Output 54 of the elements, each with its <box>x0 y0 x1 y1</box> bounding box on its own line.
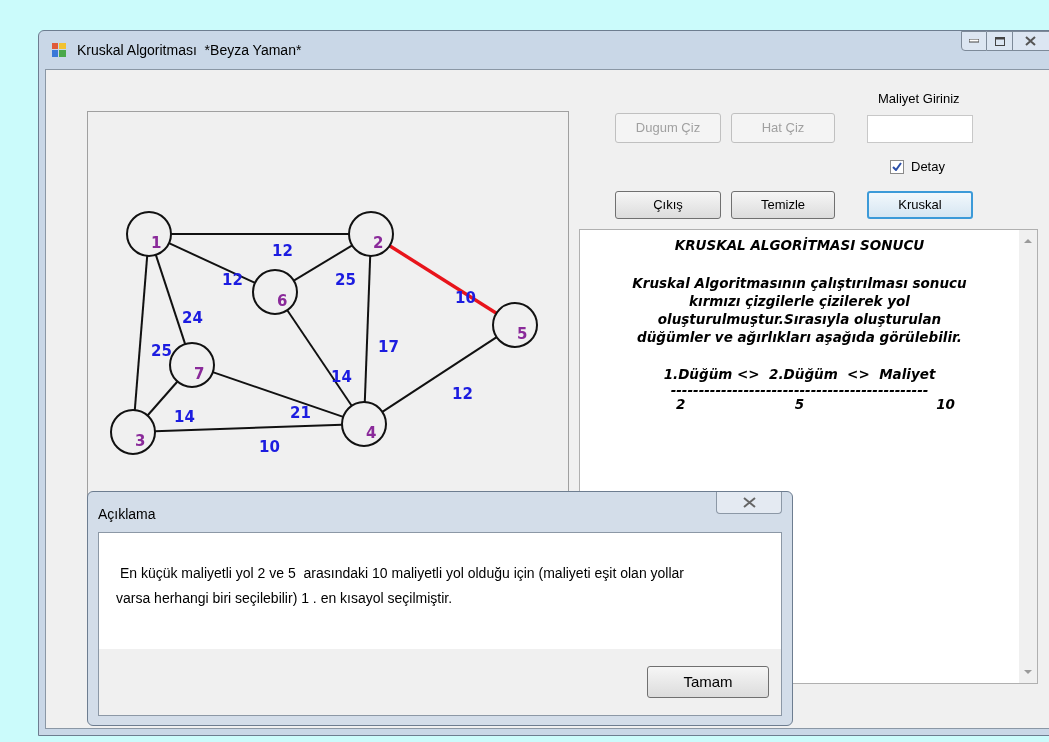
node-label: 3 <box>135 432 146 450</box>
edge-weight: 25 <box>335 271 356 289</box>
clear-button[interactable]: Temizle <box>731 190 835 219</box>
column-header: 1.Düğüm <> 2.Düğüm <> Maliyet <box>663 364 936 384</box>
edge-weight: 12 <box>272 242 293 260</box>
minimize-icon <box>969 39 979 43</box>
edge-weight: 10 <box>455 289 476 307</box>
cost-label: Maliyet Giriniz <box>878 90 961 108</box>
result-cell-text: 5 <box>793 396 806 412</box>
app-icon <box>51 42 67 58</box>
node-label: 7 <box>194 365 205 383</box>
node-circle[interactable] <box>169 342 215 388</box>
node-circle[interactable] <box>252 269 298 315</box>
window-title: Kruskal Algoritması *Beyza Yaman* <box>77 40 302 60</box>
check-icon <box>892 162 902 171</box>
node-circle[interactable] <box>492 302 538 348</box>
separator-line: ---------------------------------------------- <box>670 384 929 396</box>
node-label: 6 <box>277 292 288 310</box>
edge-weight: 12 <box>222 271 243 289</box>
dialog-title: Açıklama <box>98 505 156 524</box>
maximize-button[interactable] <box>987 31 1013 51</box>
detail-checkbox[interactable]: Detay <box>890 156 945 177</box>
node-label: 4 <box>366 424 377 442</box>
node-label: 5 <box>517 325 528 343</box>
cost-input[interactable] <box>867 114 973 143</box>
node-circle[interactable] <box>110 409 156 455</box>
edge-weight: 21 <box>290 404 311 422</box>
edge-weight: 17 <box>378 338 399 356</box>
close-button[interactable] <box>1013 31 1049 51</box>
edge-weight: 10 <box>259 438 280 456</box>
node-circle[interactable] <box>348 211 394 257</box>
result-text-line: kırmızı çizgilerle çizilerek yol <box>689 291 910 310</box>
kruskal-button[interactable]: Kruskal <box>867 190 973 219</box>
node-circle[interactable] <box>341 401 387 447</box>
ok-button[interactable]: Tamam <box>647 666 769 698</box>
edge-weight: 24 <box>182 309 203 327</box>
node-label: 1 <box>151 234 162 252</box>
result-text-line: düğümler ve ağırlıkları aşağıda görülebilir. <box>637 327 962 346</box>
edge-weight: 25 <box>151 342 172 360</box>
result-cell-text: 10 <box>935 396 956 412</box>
close-icon <box>742 497 756 508</box>
edge-weight: 14 <box>331 368 352 386</box>
dialog-close-button[interactable] <box>716 492 782 514</box>
node-label: 2 <box>373 234 384 252</box>
result-text-line: oluşturulmuştur.Sırasıyla oluşturulan <box>657 309 942 328</box>
maximize-icon <box>994 36 1005 46</box>
result-cell-text: 2 <box>675 396 687 412</box>
exit-button[interactable]: Çıkış <box>615 190 721 219</box>
result-title: KRUSKAL ALGORİTMASI SONUCU <box>674 235 925 255</box>
node-circle[interactable] <box>126 211 172 257</box>
result-text-line: Kruskal Algoritmasının çalıştırılması sonucu <box>632 273 967 292</box>
edge-weight: 12 <box>452 385 473 403</box>
edge-weight: 14 <box>174 408 195 426</box>
close-icon <box>1025 36 1036 46</box>
